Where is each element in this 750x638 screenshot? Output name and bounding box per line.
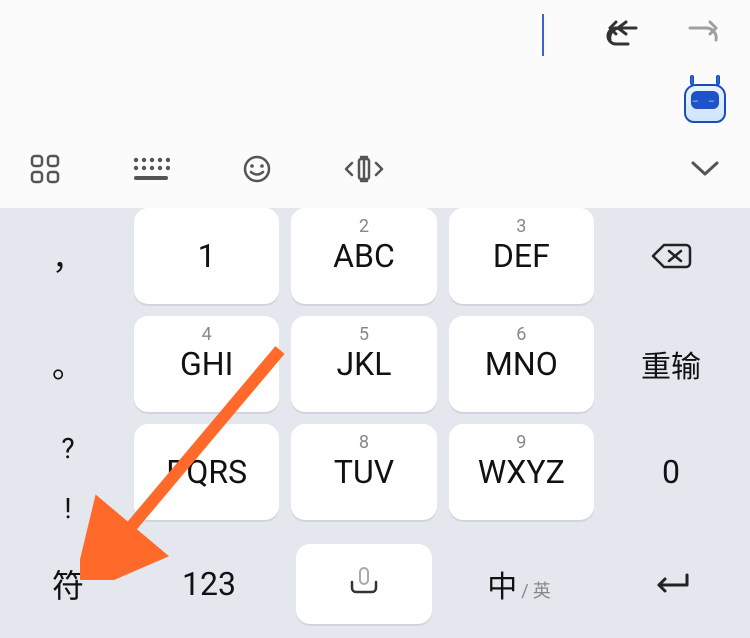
- chevron-down-icon[interactable]: [690, 160, 720, 178]
- mic-icon: [346, 564, 382, 604]
- key-wxyz[interactable]: 9WXYZ: [449, 424, 594, 520]
- numbers-key[interactable]: 123: [134, 544, 284, 624]
- key-pqrs[interactable]: 7PQRS: [134, 424, 279, 520]
- assistant-row: – –: [0, 70, 750, 130]
- keyboard-area: ， 1 2ABC 3DEF 。 4GHI 5JKL 6MNO 重输 ? 7PQR…: [0, 208, 750, 638]
- punct-question-key[interactable]: ?: [14, 424, 122, 472]
- backspace-key[interactable]: [606, 208, 736, 304]
- language-key[interactable]: 中 / 英: [444, 544, 594, 624]
- key-tuv[interactable]: 8TUV: [291, 424, 436, 520]
- text-cursor: [542, 14, 544, 56]
- keyboard-toolbar: [0, 130, 750, 208]
- enter-key[interactable]: [606, 544, 736, 624]
- punct-exclaim-key[interactable]: !: [14, 484, 122, 532]
- topbar: [0, 0, 750, 70]
- redo-icon[interactable]: [684, 20, 722, 50]
- key-def[interactable]: 3DEF: [449, 208, 594, 304]
- space-key[interactable]: [296, 544, 432, 624]
- punct-period-key[interactable]: 。: [14, 316, 122, 412]
- assistant-robot-icon[interactable]: – –: [684, 77, 726, 123]
- key-jkl[interactable]: 5JKL: [291, 316, 436, 412]
- key-1[interactable]: 1: [134, 208, 279, 304]
- punct-comma-key[interactable]: ，: [14, 208, 122, 304]
- key-ghi[interactable]: 4GHI: [134, 316, 279, 412]
- reinput-key[interactable]: 重输: [606, 316, 736, 412]
- symbol-key[interactable]: 符: [14, 544, 122, 624]
- backspace-icon: [650, 241, 692, 271]
- undo-icon[interactable]: [604, 20, 642, 50]
- lang-en-label: 英: [533, 577, 551, 603]
- apps-icon[interactable]: [30, 154, 60, 184]
- key-0[interactable]: 0: [606, 424, 736, 520]
- key-abc[interactable]: 2ABC: [291, 208, 436, 304]
- cursor-move-icon[interactable]: [344, 155, 384, 183]
- emoji-icon[interactable]: [242, 154, 272, 184]
- enter-icon: [651, 571, 691, 597]
- lang-cn-label: 中: [487, 562, 517, 606]
- key-mno[interactable]: 6MNO: [449, 316, 594, 412]
- keyboard-icon[interactable]: [132, 156, 170, 182]
- lang-slash: /: [521, 581, 528, 602]
